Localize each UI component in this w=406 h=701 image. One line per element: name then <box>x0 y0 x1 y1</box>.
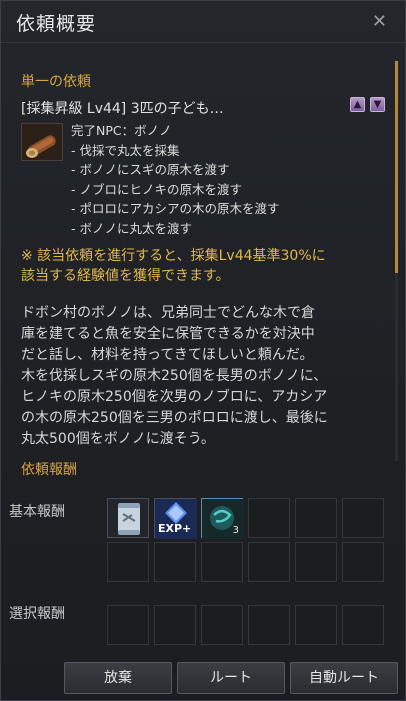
reward-slot[interactable]: EXP+ <box>154 498 197 539</box>
reward-slot[interactable]: 3 <box>201 498 244 539</box>
objective-item: - ボノノに丸太を渡す <box>71 220 192 236</box>
expand-down-button[interactable]: ▼ <box>370 97 385 112</box>
description-line: 丸太500個をボノノに渡そう。 <box>21 431 215 447</box>
auto-route-button[interactable]: 自動ルート <box>290 662 398 694</box>
exp-label: EXP+ <box>158 522 192 535</box>
description-line: 庫を建てると魚を安全に保管できるかを対決中 <box>21 326 315 342</box>
description-line: だと話し、材料を持ってきてほしいと頼んだ。 <box>21 347 314 363</box>
description-line: ヒノキの原木250個を次男のノブロに、アカシア <box>21 389 328 405</box>
reward-slot-empty <box>295 498 337 538</box>
description-line: の木の原木250個を三男のポロロに渡し、最後に <box>21 410 328 426</box>
objective-item: - 伐採で丸太を採集 <box>71 142 180 158</box>
reward-slot[interactable] <box>107 498 149 538</box>
reward-slot-empty <box>248 542 290 582</box>
complete-npc: 完了NPC：ボノノ <box>71 123 172 138</box>
quest-details: 完了NPC：ボノノ - 伐採で丸太を採集 - ボノノにスギの原木を渡す - ノブ… <box>71 121 280 238</box>
select-reward-slot-empty <box>201 605 243 645</box>
quest-type-label: 単一の依頼 <box>21 74 91 90</box>
quest-name: [採集昇級 Lv44] 3匹の子ども… <box>21 101 224 117</box>
reward-slot-empty <box>107 542 149 582</box>
abandon-button[interactable]: 放棄 <box>64 662 172 694</box>
reward-slot-empty <box>342 542 384 582</box>
reward-section-title: 依頼報酬 <box>21 462 77 478</box>
reward-slot-empty <box>248 498 290 538</box>
select-reward-label: 選択報酬 <box>9 606 65 622</box>
item-count: 3 <box>232 525 239 536</box>
close-icon[interactable]: ✕ <box>372 11 387 32</box>
description-line: 木を伐採しスギの原木250個を長男のボノノに、 <box>21 368 328 384</box>
route-button[interactable]: ルート <box>177 662 285 694</box>
basic-reward-label: 基本報酬 <box>9 504 65 520</box>
title-bar[interactable]: 依頼概要 ✕ <box>1 1 405 43</box>
description-line: ドボン村のボノノは、兄弟同士でどんな木で倉 <box>21 305 315 321</box>
exp-notice: ※ 該当依頼を進行すると、採集Lv44基準30%に 該当する経験値を獲得できます… <box>21 246 391 286</box>
notice-line: ※ 該当依頼を進行すると、採集Lv44基準30%に <box>21 248 326 264</box>
reward-slot-empty <box>342 498 384 538</box>
quest-description: ドボン村のボノノは、兄弟同士でどんな木で倉 庫を建てると魚を安全に保管できるかを… <box>21 303 393 450</box>
select-reward-slot-empty <box>248 605 290 645</box>
objective-item: - ノブロにヒノキの原木を渡す <box>71 181 242 197</box>
objective-item: - ボノノにスギの原木を渡す <box>71 162 230 177</box>
select-reward-slot-empty <box>154 605 196 645</box>
scrollbar-thumb[interactable] <box>395 61 398 273</box>
objective-item: - ポロロにアカシアの木の原木を渡す <box>71 201 280 216</box>
expand-up-button[interactable]: ▲ <box>350 97 365 112</box>
select-reward-slot-empty <box>107 605 149 645</box>
select-reward-slot-empty <box>342 605 384 645</box>
quest-summary-window: 依頼概要 ✕ 単一の依頼 [採集昇級 Lv44] 3匹の子ども… ▲ ▼ 完了N… <box>0 0 406 701</box>
notice-line: 該当する経験値を獲得できます。 <box>21 268 230 284</box>
reward-slot-empty <box>295 542 337 582</box>
reward-slot-empty <box>154 542 196 582</box>
select-reward-slot-empty <box>295 605 337 645</box>
log-icon <box>21 123 63 161</box>
reward-slot-empty <box>201 542 243 582</box>
window-title: 依頼概要 <box>16 13 97 35</box>
